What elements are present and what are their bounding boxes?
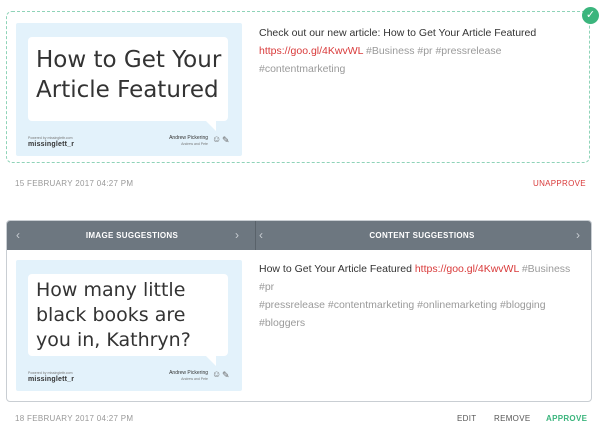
brand-powered-text: Powered by missinglettr.com xyxy=(28,371,73,375)
unapprove-button[interactable]: UNAPPROVE xyxy=(533,179,586,188)
post-image-thumbnail[interactable]: How to Get Your Article Featured Powered… xyxy=(16,23,242,156)
post-link[interactable]: https://goo.gl/4KwvWL xyxy=(415,263,519,275)
image-headline-line: Article Featured xyxy=(36,77,219,103)
chevron-left-icon[interactable]: ‹ xyxy=(259,221,263,250)
image-headline-line: you in, Kathryn? xyxy=(36,329,191,351)
approve-button[interactable]: APPROVE xyxy=(546,414,587,423)
suggested-image-thumbnail[interactable]: How many little black books are you in, … xyxy=(16,260,242,391)
suggested-post-content[interactable]: How to Get Your Article Featured https:/… xyxy=(259,260,585,332)
post-date: 15 FEBRUARY 2017 04:27 PM xyxy=(15,179,134,188)
tab-image-suggestions[interactable]: IMAGE SUGGESTIONS xyxy=(27,221,237,250)
brand-logo-text: missinglett_r xyxy=(28,376,75,383)
image-headline-line: black books are xyxy=(36,304,186,326)
post-content: Check out our new article: How to Get Yo… xyxy=(259,24,584,78)
image-headline-line: How to Get Your xyxy=(36,47,222,73)
suggestion-card: ‹ IMAGE SUGGESTIONS › ‹ CONTENT SUGGESTI… xyxy=(6,220,592,402)
chevron-right-icon[interactable]: › xyxy=(235,221,239,250)
post-hashtags: #pressrelease #contentmarketing #onlinem… xyxy=(259,299,546,329)
headline-bubble: How to Get Your Article Featured xyxy=(28,37,228,121)
author-subtitle: Andrew and Pete xyxy=(181,377,208,381)
chevron-right-icon[interactable]: › xyxy=(576,221,580,250)
image-headline-line: How many little xyxy=(36,279,186,301)
post-date: 18 FEBRUARY 2017 04:27 PM xyxy=(15,414,134,423)
brand-powered-text: Powered by missinglettr.com xyxy=(28,136,73,140)
checkmark-icon: ✓ xyxy=(582,7,599,24)
bubble-tail xyxy=(206,356,216,366)
chevron-left-icon[interactable]: ‹ xyxy=(16,221,20,250)
suggestion-tab-bar: ‹ IMAGE SUGGESTIONS › ‹ CONTENT SUGGESTI… xyxy=(7,221,591,250)
bubble-tail xyxy=(206,121,216,131)
author-avatar-icon: ☺ xyxy=(212,134,222,144)
signature-icon: ✎ xyxy=(222,135,230,145)
headline-bubble: How many little black books are you in, … xyxy=(28,274,228,356)
tab-content-suggestions[interactable]: CONTENT SUGGESTIONS xyxy=(272,221,572,250)
post-card-approved: How to Get Your Article Featured Powered… xyxy=(6,11,590,163)
author-name: Andrew Pickering xyxy=(169,370,208,376)
edit-button[interactable]: EDIT xyxy=(457,414,476,423)
author-name: Andrew Pickering xyxy=(169,135,208,141)
post-text: How to Get Your Article Featured xyxy=(259,263,412,275)
signature-icon: ✎ xyxy=(222,370,230,380)
remove-button[interactable]: REMOVE xyxy=(494,414,530,423)
post-link[interactable]: https://goo.gl/4KwvWL xyxy=(259,45,363,57)
brand-logo-text: missinglett_r xyxy=(28,141,75,148)
post-text: Check out our new article: How to Get Yo… xyxy=(259,27,537,39)
tab-divider xyxy=(255,221,256,250)
author-subtitle: Andrew and Pete xyxy=(181,142,208,146)
author-avatar-icon: ☺ xyxy=(212,369,222,379)
